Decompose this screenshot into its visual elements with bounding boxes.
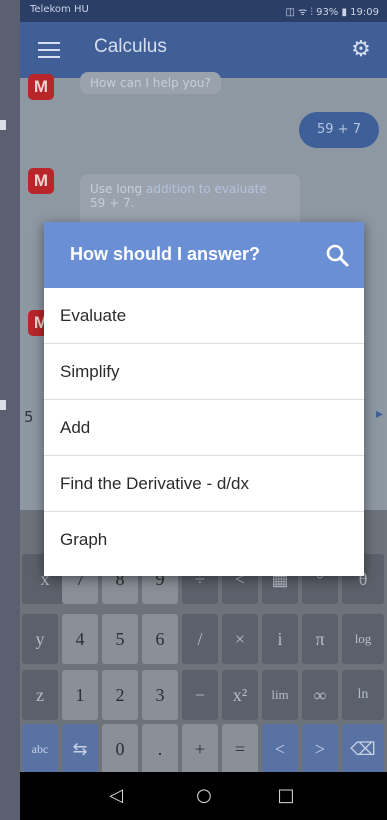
carrier-label: Telekom HU — [30, 4, 89, 15]
key-3[interactable]: 3 — [142, 670, 178, 720]
phone-screen: Telekom HU ◫ ᯤ ⫶ 93% ▮ 19:09 Calculus ⚙ … — [20, 0, 387, 820]
key-minus[interactable]: − — [182, 670, 218, 720]
user-message-bubble: 59 + 7 — [299, 112, 379, 148]
bot-message-link[interactable]: addition to evaluate — [146, 182, 267, 196]
key-cursor-right[interactable]: > — [302, 724, 338, 774]
bot-greeting-bubble: How can I help you? — [80, 72, 221, 94]
option-evaluate[interactable]: Evaluate — [44, 288, 364, 344]
back-icon[interactable]: ◁ — [96, 782, 136, 810]
status-indicators: ◫ ᯤ ⫶ 93% ▮ 19:09 — [285, 7, 379, 18]
dialog-title: How should I answer? — [70, 244, 261, 264]
key-4[interactable]: 4 — [62, 614, 98, 664]
key-swap[interactable]: ⇆ — [62, 724, 98, 774]
key-log[interactable]: log — [342, 614, 384, 664]
key-pi[interactable]: π — [302, 614, 338, 664]
key-5[interactable]: 5 — [102, 614, 138, 664]
key-6[interactable]: 6 — [142, 614, 178, 664]
dialog-header: How should I answer? — [44, 222, 364, 288]
key-equals[interactable]: = — [222, 724, 258, 774]
key-ln[interactable]: ln — [342, 670, 384, 720]
key-cursor-left[interactable]: < — [262, 724, 298, 774]
key-z[interactable]: z — [22, 670, 58, 720]
status-bar: Telekom HU ◫ ᯤ ⫶ 93% ▮ 19:09 — [20, 0, 387, 22]
app-bar: Calculus ⚙ — [20, 22, 387, 78]
key-square[interactable]: x² — [222, 670, 258, 720]
partial-text: 5 — [24, 408, 34, 426]
key-infinity[interactable]: ∞ — [302, 670, 338, 720]
key-1[interactable]: 1 — [62, 670, 98, 720]
bot-avatar-icon: M — [28, 74, 54, 100]
bot-avatar-icon: M — [28, 168, 54, 194]
key-backspace[interactable]: ⌫ — [342, 724, 384, 774]
adjacent-screen-edge — [0, 0, 20, 820]
gear-icon[interactable]: ⚙ — [349, 38, 373, 62]
option-graph[interactable]: Graph — [44, 512, 364, 568]
bot-message-expression: 59 + 7. — [90, 196, 135, 210]
bot-message-text: Use long — [90, 182, 143, 196]
app-title: Calculus — [94, 36, 167, 57]
key-multiply[interactable]: × — [222, 614, 258, 664]
send-arrow-icon[interactable]: ▸ — [376, 406, 383, 422]
hamburger-icon[interactable] — [38, 42, 60, 58]
system-navigation-bar: ◁ ○ □ — [20, 772, 387, 820]
key-imaginary[interactable]: i — [262, 614, 298, 664]
key-plus[interactable]: + — [182, 724, 218, 774]
key-0[interactable]: 0 — [102, 724, 138, 774]
recents-icon[interactable]: □ — [266, 782, 306, 810]
search-icon[interactable] — [324, 242, 350, 268]
key-slash[interactable]: / — [182, 614, 218, 664]
home-icon[interactable]: ○ — [184, 782, 224, 810]
key-limit[interactable]: lim — [262, 670, 298, 720]
key-2[interactable]: 2 — [102, 670, 138, 720]
answer-method-dialog: How should I answer? Evaluate Simplify A… — [44, 222, 364, 576]
key-y[interactable]: y — [22, 614, 58, 664]
key-decimal[interactable]: . — [142, 724, 178, 774]
option-add[interactable]: Add — [44, 400, 364, 456]
option-simplify[interactable]: Simplify — [44, 344, 364, 400]
key-abc[interactable]: abc — [22, 724, 58, 774]
option-find-derivative[interactable]: Find the Derivative - d/dx — [44, 456, 364, 512]
